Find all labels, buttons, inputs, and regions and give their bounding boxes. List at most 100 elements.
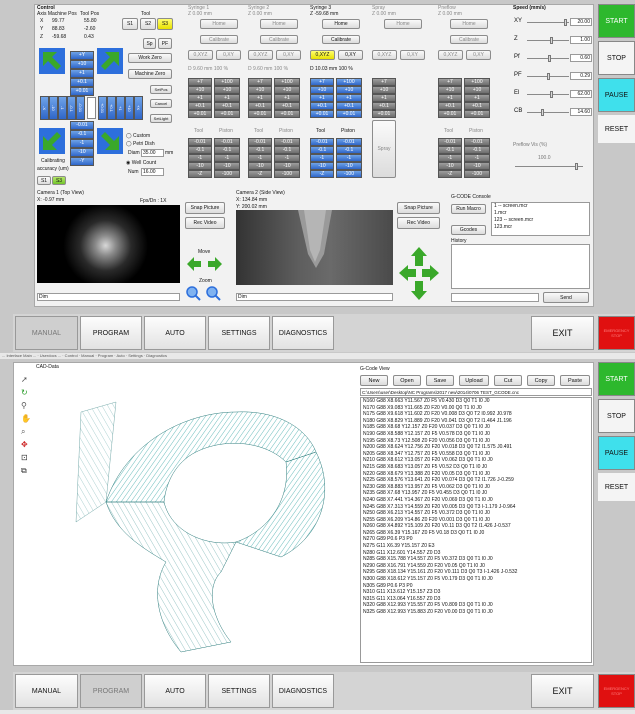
start-button[interactable]: START: [598, 4, 635, 38]
tool-s1-button[interactable]: S1: [122, 18, 138, 30]
speed-slider[interactable]: [527, 112, 569, 113]
piston-step-down-button[interactable]: -10: [464, 162, 490, 170]
syringe-home-button[interactable]: Home: [450, 19, 488, 29]
emergency-stop-button[interactable]: EMERGENCY STOP: [598, 316, 635, 350]
syringe-zero-xy-button[interactable]: 0,XY: [276, 50, 301, 60]
jog-minus-x-button[interactable]: -10: [49, 96, 58, 120]
set-pos-button[interactable]: SetPos: [150, 85, 172, 94]
nav-program-button-2[interactable]: PROGRAM: [80, 674, 142, 708]
stop-button[interactable]: STOP: [598, 41, 635, 75]
speed-value-field[interactable]: 14.60: [570, 108, 592, 116]
gcode-path-field[interactable]: C:\Users\user\Desktop\NC Programs\2017 n…: [360, 388, 592, 396]
reset-button-2[interactable]: RESET: [598, 473, 635, 501]
tool-step-down-button[interactable]: -1: [248, 154, 272, 162]
macro-item[interactable]: 123 -- screen.mcr: [492, 217, 589, 224]
syringe-zero-xy-button[interactable]: 0,XY: [466, 50, 491, 60]
syringe-calibrate-button[interactable]: Calibrate: [322, 35, 360, 44]
tool-step-up-button[interactable]: +0.01: [310, 110, 334, 118]
speed-value-field[interactable]: 0.29: [570, 72, 592, 80]
syringe-calibrate-button[interactable]: Calibrate: [450, 35, 488, 44]
jog-plus-y-button[interactable]: +10: [70, 60, 94, 69]
jog-minus-x-button[interactable]: -0.01: [76, 96, 85, 120]
speed-slider[interactable]: [527, 22, 569, 23]
diam-field[interactable]: 35.00: [141, 149, 164, 157]
zoom-tool-icon[interactable]: ⚲: [21, 401, 27, 410]
jog-minus-y-button[interactable]: -0.1: [70, 130, 94, 139]
syringe-zero-xy-button[interactable]: 0,XY: [216, 50, 241, 60]
tool-step-down-button[interactable]: -0.01: [248, 138, 272, 146]
spray-step-up-button[interactable]: +0.01: [372, 110, 396, 118]
tool-step-up-button[interactable]: +7: [248, 78, 272, 86]
piston-step-down-button[interactable]: -0.01: [464, 138, 490, 146]
tool-step-up-button[interactable]: +1: [310, 94, 334, 102]
piston-step-up-button[interactable]: +0.01: [274, 110, 300, 118]
tool-step-up-button[interactable]: +1: [438, 94, 462, 102]
piston-step-down-button[interactable]: -10: [274, 162, 300, 170]
jog-arrow-se-icon[interactable]: [97, 128, 123, 154]
tool-step-up-button[interactable]: +0.1: [310, 102, 334, 110]
piston-step-up-button[interactable]: +0.1: [214, 102, 240, 110]
speed-slider-thumb[interactable]: [550, 37, 553, 44]
camera1-rec-button[interactable]: Rec Video: [185, 217, 225, 229]
move-axis-icon[interactable]: ✥: [21, 440, 28, 449]
pf-button[interactable]: PF: [158, 38, 172, 49]
nav-exit-button-2[interactable]: EXIT: [531, 674, 594, 708]
piston-step-up-button[interactable]: +10: [214, 86, 240, 94]
speed-slider-thumb[interactable]: [547, 73, 550, 80]
start-button-2[interactable]: START: [598, 362, 635, 396]
syringe-home-button[interactable]: Home: [384, 19, 422, 29]
zoom-window-icon[interactable]: ⌕: [21, 427, 25, 437]
jog-plus-y-button[interactable]: +0.01: [70, 87, 94, 96]
syringe-zero-xy-button[interactable]: 0,XY: [400, 50, 425, 60]
jog-minus-x-button[interactable]: -0.1: [67, 96, 76, 120]
bottom-tool-s3-button[interactable]: S3: [52, 176, 66, 185]
spray-step-up-button[interactable]: +0.1: [372, 102, 396, 110]
jog-minus-x-button[interactable]: -X: [40, 96, 49, 120]
macro-item[interactable]: 1.mcr: [492, 210, 589, 217]
tool-step-up-button[interactable]: +10: [310, 86, 334, 94]
jog-minus-x-button[interactable]: -1: [58, 96, 67, 120]
work-zero-button[interactable]: Work Zero: [128, 53, 172, 63]
nav-diagnostics-button[interactable]: DIAGNOSTICS: [272, 316, 334, 350]
jog-plus-y-button[interactable]: +Y: [70, 51, 94, 60]
tool-step-down-button[interactable]: -10: [188, 162, 212, 170]
pause-button[interactable]: PAUSE: [598, 78, 635, 112]
jog-minus-y-button[interactable]: -Y: [70, 157, 94, 166]
piston-step-down-button[interactable]: -0.1: [214, 146, 240, 154]
preflow-slider-thumb[interactable]: [575, 163, 578, 170]
jog-minus-y-button[interactable]: -10: [70, 148, 94, 157]
spray-button[interactable]: Spray: [372, 120, 396, 178]
camera-move-right-icon[interactable]: [207, 256, 223, 272]
tool-step-down-button[interactable]: -10: [310, 162, 334, 170]
gcode-upload-button[interactable]: Upload: [459, 375, 489, 386]
tool-step-up-button[interactable]: +1: [188, 94, 212, 102]
piston-step-down-button[interactable]: -100: [464, 170, 490, 178]
cursor-icon[interactable]: ➚: [21, 375, 28, 384]
piston-step-up-button[interactable]: +1: [214, 94, 240, 102]
tool-step-down-button[interactable]: -Z: [248, 170, 272, 178]
fit-view-icon[interactable]: ⊡: [21, 453, 28, 462]
piston-step-up-button[interactable]: +0.1: [464, 102, 490, 110]
tool-step-down-button[interactable]: -1: [188, 154, 212, 162]
machine-zero-button[interactable]: Machine Zero: [128, 69, 172, 79]
tool-step-up-button[interactable]: +0.01: [188, 110, 212, 118]
piston-step-down-button[interactable]: -1: [464, 154, 490, 162]
gcode-copy-button[interactable]: Copy: [527, 375, 555, 386]
tool-step-down-button[interactable]: -10: [438, 162, 462, 170]
syringe-calibrate-button[interactable]: Calibrate: [200, 35, 238, 44]
gcode-open-button[interactable]: Open: [393, 375, 421, 386]
cad-viewport[interactable]: [36, 372, 354, 662]
piston-step-down-button[interactable]: -0.01: [274, 138, 300, 146]
tool-step-down-button[interactable]: -0.01: [310, 138, 334, 146]
speed-slider-thumb[interactable]: [564, 19, 567, 26]
nav-settings-button-2[interactable]: SETTINGS: [208, 674, 270, 708]
set-light-button[interactable]: SetLight: [150, 114, 172, 123]
speed-value-field[interactable]: 0.60: [570, 54, 592, 62]
piston-step-up-button[interactable]: +0.1: [336, 102, 362, 110]
jog-plus-x-button[interactable]: +1: [116, 96, 125, 120]
nav-manual-button-2[interactable]: MANUAL: [15, 674, 78, 708]
command-input[interactable]: [451, 293, 539, 302]
syringe-home-button[interactable]: Home: [200, 19, 238, 29]
spray-step-up-button[interactable]: +1: [372, 94, 396, 102]
num-field[interactable]: 16.00: [141, 168, 164, 176]
